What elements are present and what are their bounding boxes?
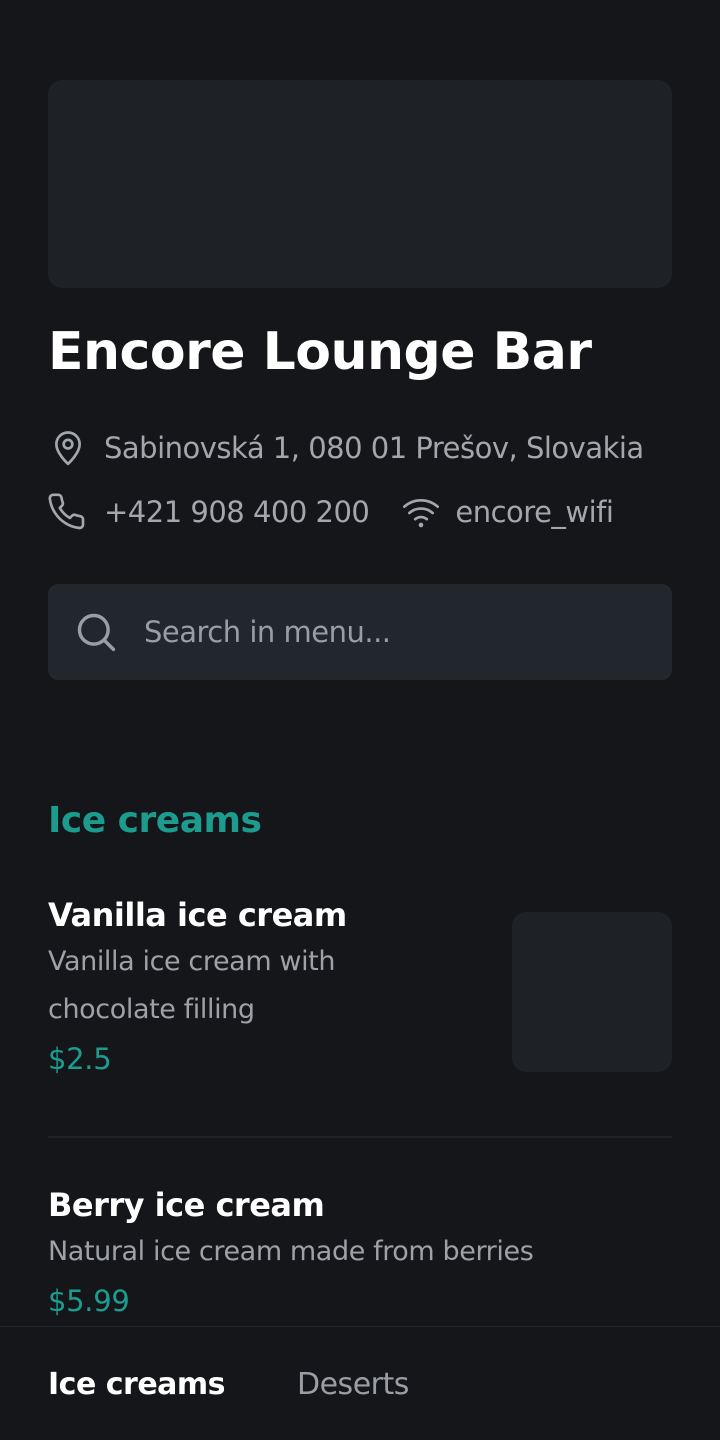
menu-item-name: Berry ice cream [48,1186,325,1224]
venue-banner-image [48,80,672,288]
address-row[interactable]: Sabinovská 1, 080 01 Prešov, Slovakia [48,428,644,468]
wifi-info[interactable]: encore_wifi [401,492,614,532]
menu-item-description: Vanilla ice cream with chocolate filling [48,946,336,1025]
menu-item[interactable]: Berry ice cream Natural ice cream made f… [48,1186,672,1318]
menu-page: Encore Lounge Bar Sabinovská 1, 080 01 P… [0,0,720,1440]
item-divider [48,1136,672,1138]
wifi-icon [401,492,441,532]
menu-item-price: $5.99 [48,1284,130,1318]
category-tab-bar: Ice creams Deserts [0,1326,720,1440]
phone-icon [48,492,88,532]
menu-item-image [512,912,672,1072]
venue-phone[interactable]: +421 908 400 200 [104,495,370,529]
search-icon [74,610,118,654]
search-input[interactable] [144,615,672,649]
venue-address: Sabinovská 1, 080 01 Prešov, Slovakia [104,431,644,465]
search-bar[interactable] [48,584,672,680]
tab-deserts[interactable]: Deserts [297,1367,409,1402]
wifi-name: encore_wifi [455,495,614,529]
contact-row: +421 908 400 200 encore_wifi [48,492,614,532]
tab-ice-creams[interactable]: Ice creams [48,1367,226,1402]
section-title: Ice creams [48,800,262,841]
location-pin-icon [48,428,88,468]
menu-item[interactable]: Vanilla ice cream Vanilla ice cream with… [48,896,672,1076]
menu-item-description: Natural ice cream made from berries [48,1236,534,1267]
venue-title: Encore Lounge Bar [48,322,592,382]
